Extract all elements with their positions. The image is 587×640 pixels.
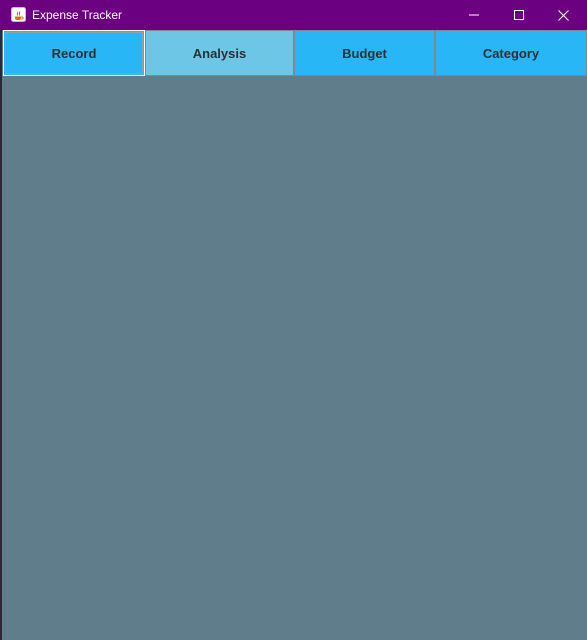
tab-category[interactable]: Category: [435, 30, 587, 76]
tab-record[interactable]: Record: [3, 30, 145, 76]
maximize-button[interactable]: [496, 0, 541, 30]
content-panel: [2, 76, 587, 640]
client-area: Record Analysis Budget Category: [2, 30, 587, 640]
tab-budget[interactable]: Budget: [294, 30, 435, 76]
window-title: Expense Tracker: [32, 8, 123, 22]
close-icon: [558, 9, 569, 21]
app-window: Expense Tracker Record Analysis Budget C…: [0, 0, 587, 640]
tab-analysis[interactable]: Analysis: [145, 30, 294, 76]
minimize-button[interactable]: [451, 0, 496, 30]
minimize-icon: [468, 10, 479, 20]
title-bar[interactable]: Expense Tracker: [0, 0, 587, 30]
close-button[interactable]: [541, 0, 586, 30]
tab-bar: Record Analysis Budget Category: [2, 30, 587, 76]
java-app-icon: [11, 7, 26, 22]
maximize-icon: [513, 10, 524, 20]
